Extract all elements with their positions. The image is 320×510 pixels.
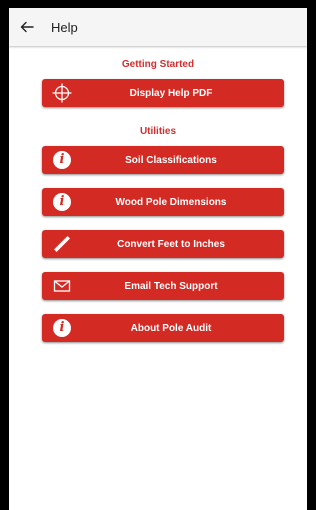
- info-icon: i: [52, 192, 72, 212]
- section-title-getting-started: Getting Started: [121, 59, 195, 70]
- ruler-icon: [52, 234, 72, 254]
- about-pole-audit-button[interactable]: i About Pole Audit: [42, 314, 284, 342]
- convert-feet-to-inches-label: Convert Feet to Inches: [117, 238, 225, 250]
- page-title: Help: [51, 19, 78, 35]
- email-tech-support-label: Email Tech Support: [124, 280, 218, 292]
- envelope-icon: [52, 276, 72, 296]
- section-title-utilities: Utilities: [139, 126, 177, 137]
- wood-pole-dimensions-label: Wood Pole Dimensions: [115, 196, 227, 208]
- soil-classifications-label: Soil Classifications: [125, 154, 217, 166]
- wood-pole-dimensions-button[interactable]: i Wood Pole Dimensions: [42, 188, 284, 216]
- info-glyph: i: [53, 151, 71, 169]
- convert-feet-to-inches-button[interactable]: Convert Feet to Inches: [42, 230, 284, 258]
- info-glyph: i: [53, 193, 71, 211]
- arrow-left-icon[interactable]: [13, 13, 41, 41]
- about-pole-audit-label: About Pole Audit: [130, 322, 212, 334]
- soil-classifications-button[interactable]: i Soil Classifications: [42, 146, 284, 174]
- info-icon: i: [52, 150, 72, 170]
- email-tech-support-button[interactable]: Email Tech Support: [42, 272, 284, 300]
- crosshair-icon: [52, 83, 72, 103]
- info-glyph: i: [53, 319, 71, 337]
- device-frame: Help Getting Started Display Help PDF Ut…: [0, 0, 316, 510]
- display-help-pdf-button[interactable]: Display Help PDF: [42, 79, 284, 107]
- display-help-pdf-label: Display Help PDF: [129, 87, 213, 99]
- info-icon: i: [52, 318, 72, 338]
- app-bar: Help: [9, 8, 307, 46]
